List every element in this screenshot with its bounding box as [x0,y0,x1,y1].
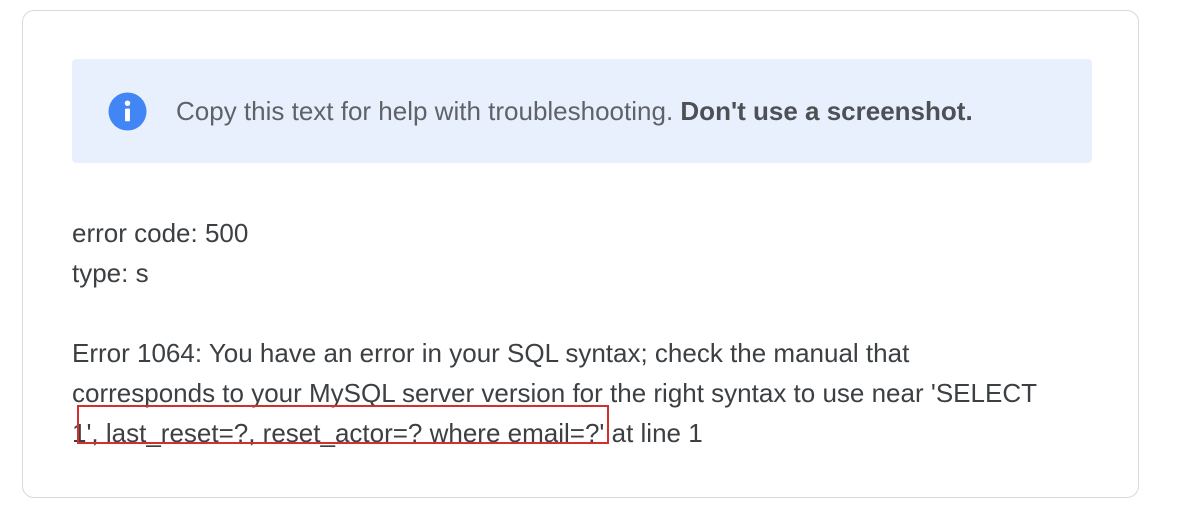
error-card: Copy this text for help with troubleshoo… [22,10,1139,498]
banner-text: Copy this text for help with troubleshoo… [176,96,674,126]
error-code-line: error code: 500 [72,218,249,248]
error-message-line-1: Error 1064: You have an error in your SQ… [72,338,910,368]
banner-message: Copy this text for help with troubleshoo… [176,96,973,126]
error-type-line: type: s [72,258,149,288]
error-details: error code: 500 type: s Error 1064: You … [72,213,1112,453]
error-message-line-2: corresponds to your MySQL server version… [72,378,1037,408]
error-message-line-3: 1', last_reset=?, reset_actor=? where em… [72,418,703,448]
banner-bold-text: Don't use a screenshot. [680,96,973,126]
info-icon [108,92,147,131]
info-banner: Copy this text for help with troubleshoo… [72,59,1092,163]
